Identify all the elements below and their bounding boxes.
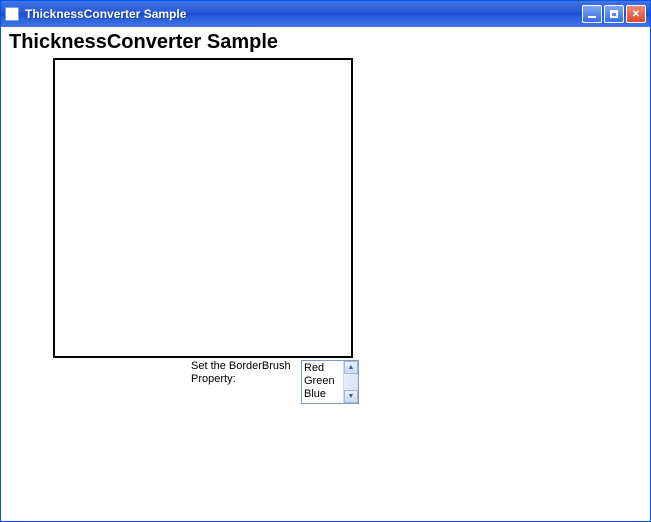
page-title: ThicknessConverter Sample — [9, 31, 642, 54]
minimize-button[interactable] — [582, 5, 602, 23]
border-brush-listbox[interactable]: Red Green Blue ▲ ▼ — [301, 360, 359, 404]
listbox-scrollbar[interactable]: ▲ ▼ — [343, 361, 358, 403]
window-controls: ✕ — [582, 5, 646, 23]
window-title: ThicknessConverter Sample — [25, 7, 582, 21]
border-brush-label: Set the BorderBrush Property: — [191, 360, 301, 386]
scroll-down-button[interactable]: ▼ — [344, 390, 358, 403]
scroll-up-button[interactable]: ▲ — [344, 361, 358, 374]
sample-border — [53, 58, 353, 358]
maximize-button[interactable] — [604, 5, 624, 23]
close-icon: ✕ — [632, 9, 640, 20]
listbox-items: Red Green Blue — [302, 361, 343, 403]
list-item[interactable]: Blue — [304, 388, 341, 401]
title-bar: ThicknessConverter Sample ✕ — [1, 1, 650, 27]
app-window: ThicknessConverter Sample ✕ ThicknessCon… — [0, 0, 651, 522]
border-brush-row: Set the BorderBrush Property: Red Green … — [191, 360, 642, 404]
list-item[interactable]: Red — [304, 362, 341, 375]
close-button[interactable]: ✕ — [626, 5, 646, 23]
client-area: ThicknessConverter Sample Set the Border… — [1, 27, 650, 521]
minimize-icon — [588, 16, 596, 18]
chevron-down-icon: ▼ — [348, 393, 355, 400]
app-icon — [5, 7, 19, 21]
list-item[interactable]: Green — [304, 375, 341, 388]
chevron-up-icon: ▲ — [348, 364, 355, 371]
maximize-icon — [610, 10, 618, 18]
scroll-track[interactable] — [344, 374, 358, 390]
stage: Set the BorderBrush Property: Red Green … — [53, 58, 642, 404]
